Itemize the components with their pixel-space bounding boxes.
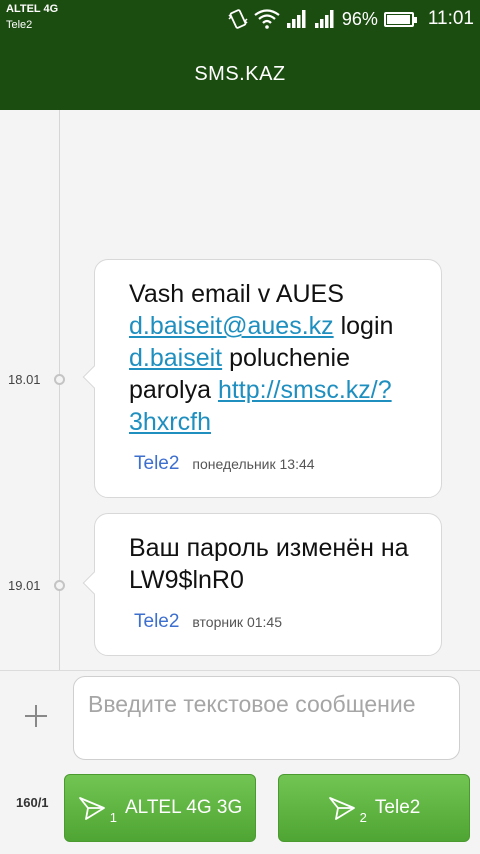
message-bubble[interactable]: Vash email v AUES d.baiseit@aues.kz logi… [82, 259, 442, 498]
sim-label: Tele2 [134, 453, 180, 474]
timeline-dot [54, 374, 65, 385]
battery-icon [383, 11, 417, 27]
message-meta: Tele2 вторник 01:45 [134, 611, 282, 633]
composer: Введите текстовое сообщение [0, 670, 480, 762]
battery-percent: 96% [341, 8, 378, 29]
signal-icon-2 [314, 9, 336, 29]
sim-label: Tele2 [134, 611, 180, 632]
timeline-dot [54, 580, 65, 591]
carrier-secondary: Tele2 [6, 19, 33, 31]
message-time: вторник 01:45 [192, 614, 282, 630]
message-bubble[interactable]: Ваш пароль изменён на LW9$lnR0 Tele2 вто… [82, 513, 442, 656]
message-input[interactable]: Введите текстовое сообщение [73, 676, 460, 760]
send-icon [328, 795, 356, 821]
status-bar: ALTEL 4G Tele2 96% 11:01 [0, 0, 480, 38]
app-header: SMS.KAZ [0, 38, 480, 110]
attach-button[interactable] [18, 701, 54, 737]
message-date: 18.01 [8, 372, 41, 387]
message-date: 19.01 [8, 578, 41, 593]
vibrate-icon [228, 8, 248, 30]
status-icons: 96% 11:01 [228, 6, 474, 32]
wifi-icon [254, 9, 280, 29]
send-button-label: Tele2 [374, 797, 421, 818]
message-thread[interactable]: 18.01 Vash email v AUES d.baiseit@aues.k… [0, 110, 480, 670]
message-time: понедельник 13:44 [192, 456, 315, 472]
sim-number: 1 [109, 810, 117, 825]
send-button-sim1[interactable]: 1 ALTEL 4G 3G [64, 774, 256, 842]
sim-number: 2 [359, 810, 367, 825]
send-button-sim2[interactable]: 2 Tele2 [278, 774, 470, 842]
send-icon [78, 795, 106, 821]
send-button-label: ALTEL 4G 3G [125, 797, 243, 818]
signal-icon [286, 9, 308, 29]
email-link[interactable]: d.baiseit@aues.kz [129, 312, 334, 340]
char-counter: 160/1 [16, 795, 49, 810]
clock: 11:01 [427, 8, 474, 29]
message-text: Vash email v AUES d.baiseit@aues.kz logi… [129, 280, 394, 436]
plus-icon [25, 705, 47, 727]
message-meta: Tele2 понедельник 13:44 [134, 453, 315, 475]
message-text: Ваш пароль изменён на LW9$lnR0 [129, 534, 437, 594]
carrier-primary: ALTEL 4G [6, 3, 59, 15]
page-title: SMS.KAZ [194, 62, 286, 85]
login-link[interactable]: d.baiseit [129, 344, 222, 372]
